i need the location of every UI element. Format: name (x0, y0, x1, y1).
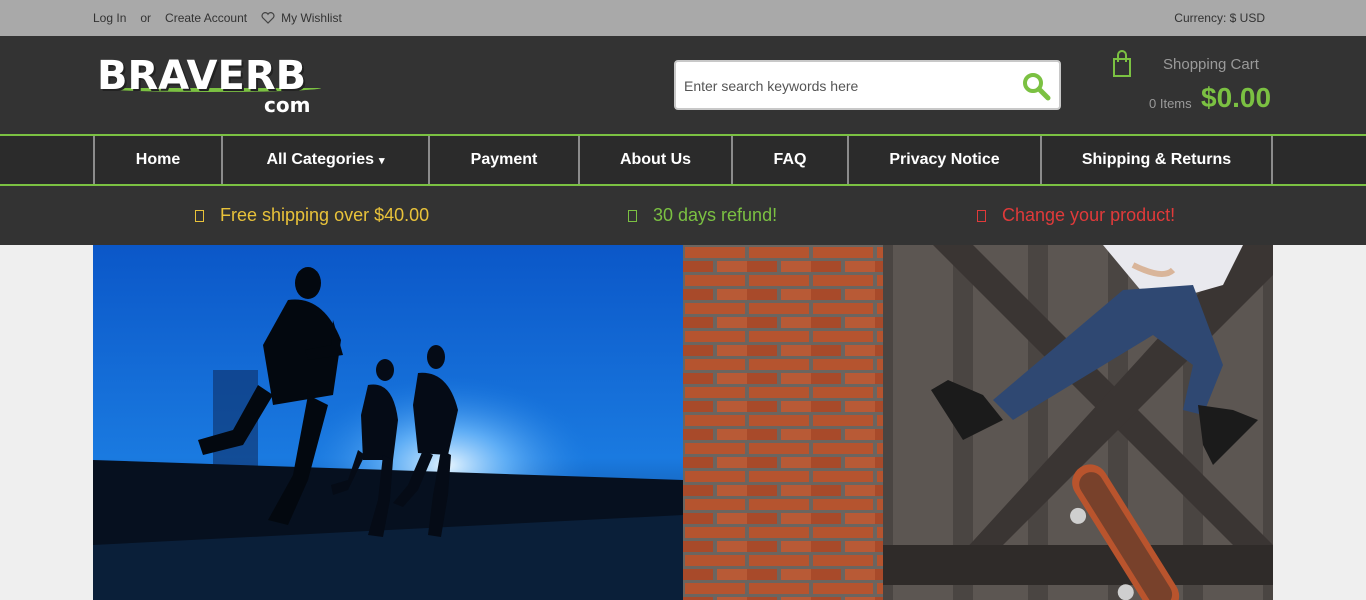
nav-item-about-us[interactable]: About Us (578, 136, 731, 184)
main-nav: Home All Categories ▾ Payment About Us F… (0, 134, 1366, 186)
skateboarder-image (683, 245, 1273, 600)
promo-text: 30 days refund! (653, 205, 778, 225)
search-input[interactable] (684, 75, 1004, 97)
nav-item-faq[interactable]: FAQ (731, 136, 847, 184)
nav-item-label: Home (135, 151, 181, 168)
nav-item-label: Shipping & Returns (1081, 151, 1232, 168)
hero-banner-running[interactable] (93, 245, 683, 600)
promo-text: Change your product! (1002, 205, 1176, 225)
chevron-down-icon: ▾ (379, 154, 385, 167)
nav-item-all-categories[interactable]: All Categories ▾ (221, 136, 428, 184)
create-account-link[interactable]: Create Account (165, 11, 247, 25)
nav-item-payment[interactable]: Payment (428, 136, 578, 184)
site-logo[interactable]: BRAVERB com (97, 56, 327, 120)
logo-brand-text: BRAVERB (97, 53, 307, 99)
nav-item-label: All Categories (266, 151, 375, 168)
cart-item-count: 0 Items (1149, 96, 1192, 111)
nav-item-label: Payment (470, 151, 538, 168)
nav-item-label: About Us (619, 151, 692, 168)
account-links: Log In or Create Account My Wishlist (93, 11, 370, 25)
promo-bar: Free shipping over $40.00 30 days refund… (0, 186, 1366, 245)
runners-image (93, 245, 683, 600)
shopping-bag-icon (1113, 50, 1131, 77)
promo-free-shipping: Free shipping over $40.00 (195, 205, 429, 226)
promo-text: Free shipping over $40.00 (220, 205, 430, 225)
currency-selector[interactable]: Currency: $ USD (1174, 11, 1265, 25)
search-box (674, 60, 1061, 110)
exchange-icon (977, 209, 986, 222)
refund-icon (628, 209, 637, 222)
login-link[interactable]: Log In (93, 11, 126, 25)
heart-icon (261, 12, 275, 24)
logo-suffix-text: com (264, 93, 311, 117)
search-button[interactable] (1021, 71, 1051, 106)
truck-icon (195, 209, 204, 222)
hero-banner-skate[interactable] (683, 245, 1273, 600)
nav-item-shipping-returns[interactable]: Shipping & Returns (1040, 136, 1273, 184)
top-bar: Log In or Create Account My Wishlist Cur… (0, 0, 1366, 36)
wishlist-link[interactable]: My Wishlist (261, 11, 356, 25)
wishlist-label: My Wishlist (281, 11, 342, 25)
nav-item-privacy-notice[interactable]: Privacy Notice (847, 136, 1040, 184)
promo-change-product: Change your product! (977, 205, 1175, 226)
cart-total: $0.00 (1201, 82, 1272, 113)
cart-title[interactable]: Shopping Cart (1163, 56, 1259, 73)
nav-item-label: Privacy Notice (889, 151, 1000, 168)
nav-item-home[interactable]: Home (93, 136, 221, 184)
site-header: BRAVERB com Shopping Cart 0 Items $0.00 (0, 36, 1366, 134)
search-icon (1023, 73, 1051, 101)
nav-item-label: FAQ (773, 151, 807, 168)
promo-refund: 30 days refund! (628, 205, 777, 226)
or-text: or (140, 11, 152, 25)
cart-button[interactable] (1112, 50, 1132, 83)
